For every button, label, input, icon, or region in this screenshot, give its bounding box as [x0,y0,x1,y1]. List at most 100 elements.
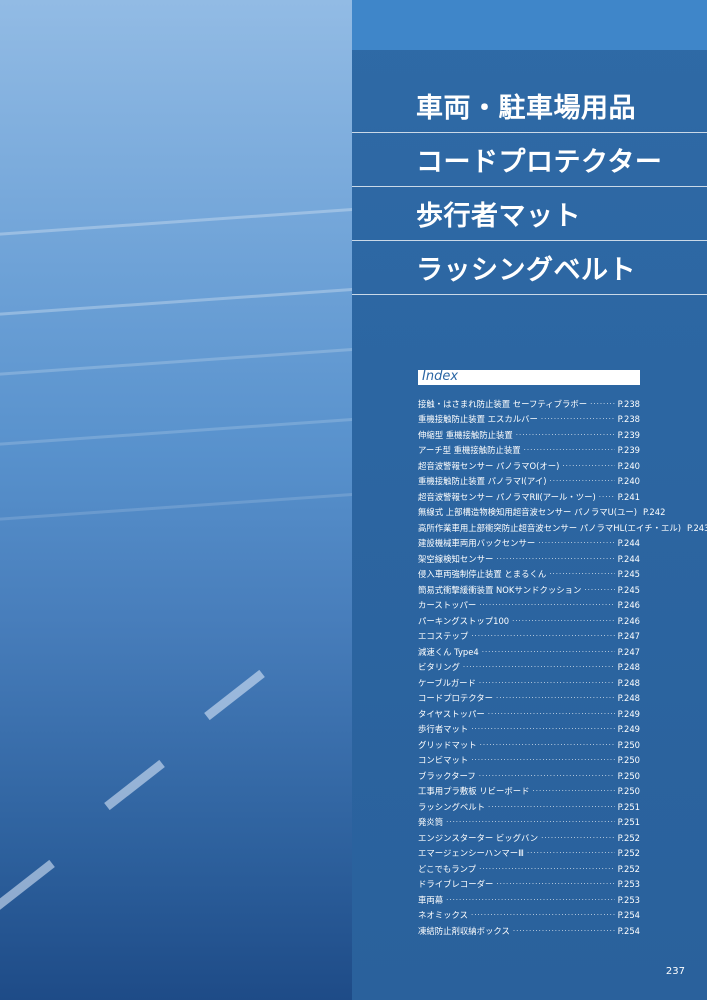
index-entry[interactable]: グリッドマット P.250 [418,737,640,753]
index-entry[interactable]: 架空線検知センサー P.244 [418,551,640,567]
leader-dots [524,446,615,454]
leader-dots [479,772,615,780]
index-entry-name: 接触・はさまれ防止装置 セーフティブラボー [418,398,588,409]
index-entry[interactable]: 発炎筒 P.251 [418,815,640,831]
index-entry-name: エマージェンシーハンマーⅢ [418,848,524,859]
leader-dots [541,834,614,842]
leader-dots [538,539,614,547]
index-entry-name: タイヤストッパー [418,708,485,719]
index-entry[interactable]: 車両幕 P.253 [418,892,640,908]
index-entry[interactable]: 侵入車両強制停止装置 とまるくん P.245 [418,567,640,583]
leader-dots [550,477,615,485]
light-streak [0,414,352,449]
index-entry-name: 凍結防止剤収納ボックス [418,925,510,936]
leader-dots [549,570,614,578]
index-entry[interactable]: ケーブルガード P.248 [418,675,640,691]
index-entry[interactable]: コンビマット P.250 [418,753,640,769]
index-entry[interactable]: コードプロテクター P.248 [418,691,640,707]
index-entry-name: エンジンスターター ビッグバン [418,832,539,843]
index-entry-page: P.251 [617,801,640,812]
index-entry-name: アーチ型 重機接触防止装置 [418,445,521,456]
light-streak [0,284,352,319]
index-entry-page: P.251 [617,817,640,828]
index-entry-name: ネオミックス [418,910,468,921]
index-entry[interactable]: 超音波警報センサー パノラマO(オー) P.240 [418,458,640,474]
index-entry-name: パーキングストップ100 [418,615,510,626]
index-entry[interactable]: 接触・はさまれ防止装置 セーフティブラボー P.238 [418,396,640,412]
index-entry-page: P.249 [617,724,640,735]
index-entry-name: コンビマット [418,755,469,766]
index-entry[interactable]: アーチ型 重機接触防止装置 P.239 [418,443,640,459]
index-entry-page: P.250 [617,770,640,781]
leader-dots [496,880,614,888]
leader-dots [541,415,615,423]
index-entry[interactable]: 簡易式衝撃緩衝装置 NOKサンドクッション P.245 [418,582,640,598]
leader-dots [479,679,615,687]
index-entry-name: ケーブルガード [418,677,476,688]
index-entry-name: ビタリング [418,662,460,673]
index-entry[interactable]: ドライブレコーダー P.253 [418,877,640,893]
index-entry-page: P.244 [617,553,640,564]
index-entry-name: 伸縮型 重機接触防止装置 [418,429,513,440]
leader-dots [599,493,615,501]
index-entry-name: コードプロテクター [418,693,494,704]
index-entry-name: 超音波警報センサー パノラマRⅡ(アール・ツー) [418,491,596,502]
index-entry[interactable]: ブラックターフ P.250 [418,768,640,784]
index-entry[interactable]: 高所作業車用上部衝突防止超音波センサー パノラマHL(エイチ・エル) P.243 [418,520,707,536]
index-entry-page: P.254 [617,925,640,936]
index-entry-page: P.239 [617,429,640,440]
index-entry-name: 超音波警報センサー パノラマO(オー) [418,460,560,471]
index-entry[interactable]: 無線式 上部構造物検知用超音波センサー パノラマU(ユー) P.242 [418,505,665,521]
index-entry[interactable]: ラッシングベルト P.251 [418,799,640,815]
index-entry[interactable]: 重機接触防止装置 エスカルバー P.238 [418,412,640,428]
index-entry-page: P.246 [617,600,640,611]
index-entry-page: P.245 [617,569,640,580]
page-number: 237 [665,966,685,977]
index-entry[interactable]: 工事用プラ敷板 リビーボード P.250 [418,784,640,800]
index-entry-name: 歩行者マット [418,724,469,735]
leader-dots [471,725,614,733]
section-title: コードプロテクター [416,147,663,178]
index-entry-page: P.248 [617,677,640,688]
index-entry[interactable]: パーキングストップ100 P.246 [418,613,640,629]
lane-marking [204,669,265,721]
index-entry[interactable]: エンジンスターター ビッグバン P.252 [418,830,640,846]
leader-dots [513,927,615,935]
index-entry[interactable]: 凍結防止剤収納ボックス P.254 [418,923,640,939]
index-entry-name: 車両幕 [418,894,444,905]
index-entry[interactable]: 超音波警報センサー パノラマRⅡ(アール・ツー) P.241 [418,489,640,505]
index-entry[interactable]: 減速くん Type4 P.247 [418,644,640,660]
section-title: ラッシングベルト [416,255,636,286]
light-streak [0,204,352,239]
index-entry[interactable]: エマージェンシーハンマーⅢ P.252 [418,846,640,862]
index-entry[interactable]: タイヤストッパー P.249 [418,706,640,722]
index-entry-page: P.239 [617,445,640,456]
index-entry-page: P.238 [617,414,640,425]
leader-dots [590,400,614,408]
index-entry[interactable]: ネオミックス P.254 [418,908,640,924]
section-title: 歩行者マット [416,201,581,232]
index-entry-page: P.253 [617,894,640,905]
index-entry[interactable]: 重機接触防止装置 パノラマI(アイ) P.240 [418,474,640,490]
index-entry[interactable]: 伸縮型 重機接触防止装置 P.239 [418,427,640,443]
section-titles: 車両・駐車場用品 コードプロテクター 歩行者マット ラッシングベルト [352,79,707,295]
index-entry[interactable]: 建設機械車両用バックセンサー P.244 [418,536,640,552]
index-entry[interactable]: 歩行者マット P.249 [418,722,640,738]
leader-dots [471,911,615,919]
index-entry[interactable]: エコステップ P.247 [418,629,640,645]
leader-dots [584,586,614,594]
index-list: 接触・はさまれ防止装置 セーフティブラボーP.238重機接触防止装置 エスカルバ… [418,396,707,939]
index-entry-page: P.240 [617,460,640,471]
index-entry-name: 発炎筒 [418,817,444,828]
leader-dots [480,741,615,749]
index-entry-name: 重機接触防止装置 パノラマI(アイ) [418,476,547,487]
index-entry[interactable]: カーストッパー P.246 [418,598,640,614]
index-entry-page: P.253 [617,879,640,890]
index-entry-page: P.246 [617,615,640,626]
leader-dots [496,555,614,563]
index-entry-name: ドライブレコーダー [418,879,494,890]
index-entry[interactable]: ビタリング P.248 [418,660,640,676]
section-title-row: コードプロテクター [352,133,707,187]
index-entry[interactable]: どこでもランプ P.252 [418,861,640,877]
index-entry-name: どこでもランプ [418,863,477,874]
